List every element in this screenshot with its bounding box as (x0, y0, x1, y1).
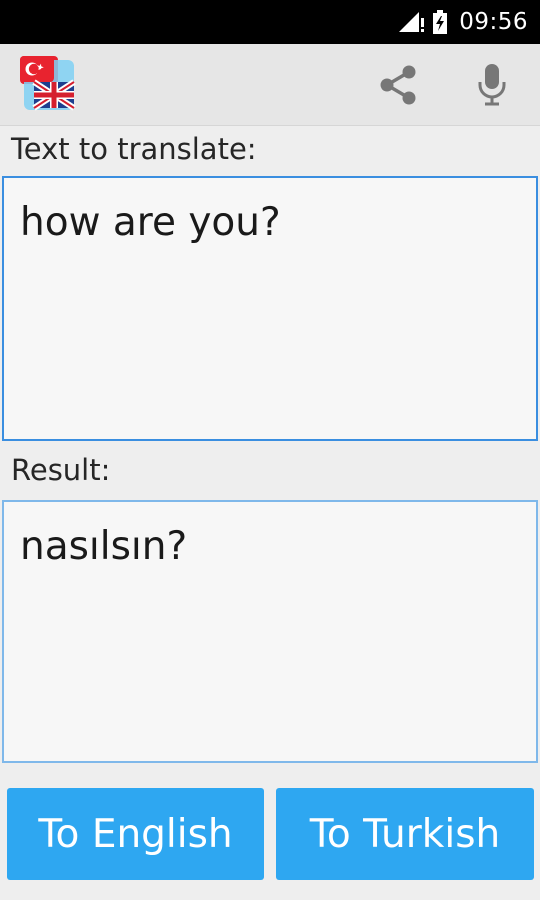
share-button[interactable] (368, 58, 428, 112)
action-bar (0, 44, 540, 126)
to-english-button[interactable]: To English (7, 788, 264, 880)
status-bar: 09:56 (0, 0, 540, 44)
microphone-icon (478, 64, 506, 106)
battery-charging-icon (433, 10, 448, 34)
signal-icon (399, 12, 425, 32)
result-text-field[interactable]: nasılsın? (2, 500, 538, 763)
source-label: Text to translate: (11, 132, 257, 166)
status-clock: 09:56 (459, 9, 528, 35)
source-text-input[interactable]: how are you? (2, 176, 538, 441)
share-icon (380, 65, 416, 105)
to-turkish-button[interactable]: To Turkish (276, 788, 534, 880)
turkish-english-flags-icon (20, 56, 76, 111)
microphone-button[interactable] (462, 58, 522, 112)
result-label: Result: (11, 453, 111, 487)
